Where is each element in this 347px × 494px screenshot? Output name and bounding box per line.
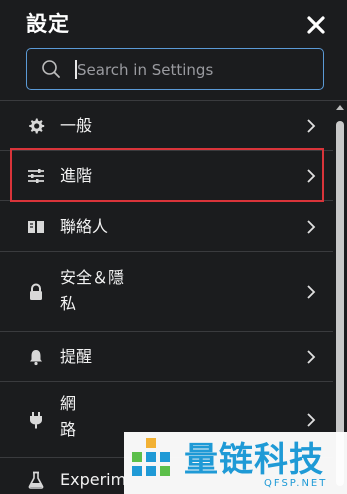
settings-header: 設定 (0, 0, 347, 101)
menu-item-contacts[interactable]: 聯絡人 (0, 201, 333, 252)
bell-icon (27, 348, 45, 366)
menu-item-label: Experim (60, 470, 127, 489)
menu-item-security-privacy[interactable]: 安全＆隱 私 (0, 252, 333, 332)
sliders-icon (27, 167, 45, 185)
scroll-up-arrow-icon[interactable] (336, 105, 344, 110)
search-input[interactable] (75, 55, 319, 85)
menu-item-label: 一般 (60, 116, 93, 135)
flask-icon (27, 471, 45, 489)
menu-item-label-line2: 私 (60, 294, 77, 313)
menu-item-reminders[interactable]: 提醒 (0, 332, 333, 382)
watermark-subtext: QFSP.NET (264, 478, 328, 489)
menu-item-label: 聯絡人 (60, 217, 109, 236)
chevron-right-icon (305, 412, 317, 428)
search-box[interactable] (26, 48, 324, 90)
settings-panel: 設定 一般 (0, 0, 347, 494)
chevron-right-icon (305, 349, 317, 365)
search-icon (41, 59, 61, 79)
chevron-right-icon (305, 284, 317, 300)
menu-item-label-line2: 路 (60, 420, 77, 439)
menu-item-label-line1: 安全＆隱 (60, 268, 125, 287)
page-title: 設定 (26, 12, 70, 36)
watermark-text: 量链科技 (184, 440, 324, 480)
gear-icon (27, 117, 45, 135)
menu-item-advanced[interactable]: 進階 (0, 151, 333, 201)
lock-icon (27, 283, 45, 301)
menu-item-label: 進階 (60, 166, 93, 185)
menu-item-label-line1: 網 (60, 394, 77, 413)
watermark-logo-icon (132, 438, 176, 484)
menu-item-label: 提醒 (60, 347, 93, 366)
menu-item-general[interactable]: 一般 (0, 101, 333, 151)
chevron-right-icon (305, 118, 317, 134)
address-book-icon (27, 218, 45, 236)
watermark: 量链科技 QFSP.NET (124, 432, 347, 494)
chevron-right-icon (305, 168, 317, 184)
plug-icon (27, 411, 45, 429)
chevron-right-icon (305, 219, 317, 235)
text-caret (75, 60, 77, 79)
close-icon[interactable] (305, 14, 327, 36)
